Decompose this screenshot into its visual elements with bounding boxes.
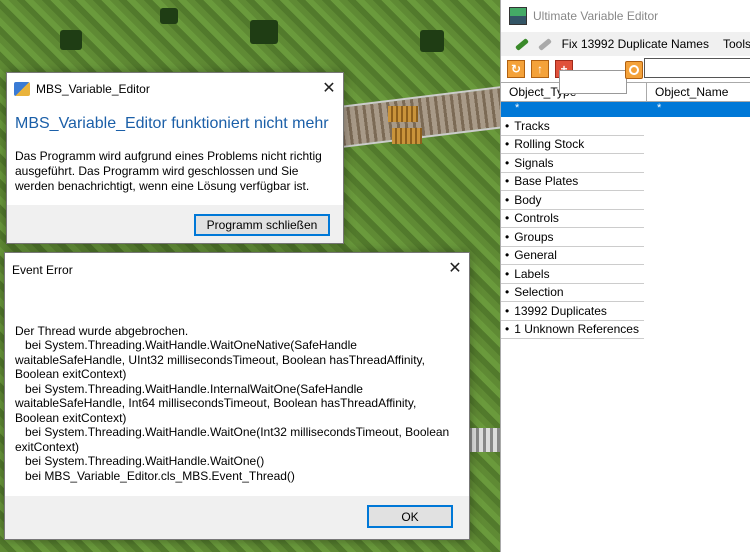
column-header-object-name[interactable]: Object_Name [647,83,728,101]
error-line: bei System.Threading.WaitHandle.WaitOneN… [15,338,429,381]
grid-row[interactable]: • Groups [501,228,644,247]
row-label: 1 Unknown References [514,322,639,337]
grid-filter-row[interactable]: * * [501,102,750,117]
connect-plug-icon[interactable] [513,36,524,52]
dialog-message: Das Programm wird aufgrund eines Problem… [15,149,322,193]
row-label: Groups [514,229,554,244]
close-program-button[interactable]: Programm schließen [194,214,330,236]
row-label: Tracks [514,118,550,133]
close-icon[interactable]: ✕ [443,256,467,280]
error-stacktrace: Der Thread wurde abgebrochen. bei System… [15,309,455,512]
menu-tools[interactable]: Tools [723,37,750,51]
search-icon[interactable] [625,61,643,79]
row-label: General [514,248,557,263]
up-arrow-icon[interactable]: ↑ [531,60,549,78]
error-line: bei System.Threading.WaitHandle.Internal… [15,381,420,425]
row-label: Selection [514,285,564,300]
error-line: bei System.Threading.WaitHandle.WaitOne(… [15,425,453,454]
filter-object-type[interactable]: * [501,102,653,117]
error-line: bei System.Threading.WaitHandle.WaitOne(… [15,454,265,468]
grid-row[interactable]: • Rolling Stock [501,136,644,154]
road-segment [465,428,505,452]
track-sleepers [392,128,422,144]
grid-row[interactable]: • 13992 Duplicates [501,302,644,321]
dialog-title: Event Error [12,263,73,277]
grid-row[interactable]: • Body [501,191,644,210]
dialog-title: MBS_Variable_Editor [36,82,150,96]
search-input[interactable] [644,58,750,78]
app-icon [14,82,30,96]
tooltip-ghost [559,70,627,94]
dialog-heading: MBS_Variable_Editor funktioniert nicht m… [15,115,329,132]
uve-menubar: Fix 13992 Duplicate Names Tools [501,32,750,56]
refresh-icon[interactable]: ↻ [507,60,525,78]
row-label: 13992 Duplicates [514,303,607,318]
error-line: Der Thread wurde abgebrochen. [15,323,189,338]
tree [60,30,82,50]
tree [160,8,178,24]
row-label: Base Plates [514,174,579,189]
close-icon[interactable]: ✕ [317,76,341,100]
uve-titlebar[interactable]: Ultimate Variable Editor [501,0,750,32]
ultimate-variable-editor-window: Ultimate Variable Editor Fix 13992 Dupli… [500,0,750,552]
error-line: bei MBS_Variable_Editor.cls_MBS.Event_Th… [15,468,295,483]
menu-fix-duplicates[interactable]: Fix 13992 Duplicate Names [562,37,709,51]
ok-button[interactable]: OK [367,505,453,528]
row-label: Body [514,192,542,207]
grid-row[interactable]: • Base Plates [501,173,644,191]
grid-row[interactable]: • Tracks [501,117,644,136]
grid-rows: • Tracks • Rolling Stock • Signals • Base Pl… [501,117,750,339]
row-label: Controls [514,211,559,226]
grid-row[interactable]: • Labels [501,265,644,284]
grid-row[interactable]: • General [501,247,644,265]
grid-row[interactable]: • Controls [501,210,644,228]
grid-row[interactable]: • 1 Unknown References [501,321,644,339]
grid-row[interactable]: • Signals [501,154,644,173]
app-icon [509,7,527,25]
track-sleepers [388,106,418,122]
crash-dialog: MBS_Variable_Editor ✕ MBS_Variable_Edito… [6,72,344,244]
row-label: Signals [514,155,554,170]
grid-row[interactable]: • Selection [501,284,644,302]
tree [250,20,278,44]
disconnect-plug-icon[interactable] [536,36,547,52]
row-label: Rolling Stock [514,137,585,152]
tree [420,30,444,52]
event-error-dialog: Event Error ✕ Der Thread wurde abgebroch… [4,252,470,540]
filter-object-name[interactable]: * [653,102,661,117]
railway-track [338,84,522,148]
uve-toolbar: ↻ ↑ + [501,56,750,94]
uve-title: Ultimate Variable Editor [533,9,659,23]
row-label: Labels [514,266,550,281]
